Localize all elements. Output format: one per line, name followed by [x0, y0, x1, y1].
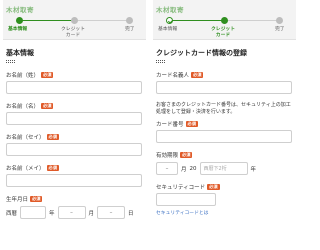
day-unit: 日 [128, 210, 134, 217]
expiry-label: 有効期限 [156, 152, 179, 159]
required-badge: 必須 [46, 164, 59, 171]
step-3-dot [276, 17, 283, 24]
card-number-label: カード番号 [156, 121, 184, 128]
security-code-group: セキュリティコード 必須 セキュリティコードとは [156, 183, 293, 216]
step-2-label: クレジット カード [61, 27, 85, 38]
birth-month-select[interactable]: – [57, 206, 86, 219]
security-code-input[interactable] [156, 193, 216, 206]
year-unit: 年 [49, 210, 55, 217]
first-name-group: お名前（名） 必須 [6, 102, 143, 125]
last-name-kana-input[interactable] [6, 143, 142, 156]
required-badge: 必須 [185, 120, 198, 127]
step-1-dot [16, 17, 23, 24]
card-number-input[interactable] [156, 130, 292, 143]
last-name-kana-label: お名前（セイ） [6, 134, 45, 141]
section-underline [156, 60, 165, 63]
step-3-dot [126, 17, 133, 24]
expiry-year-placeholder: 西暦下2桁 [203, 166, 227, 172]
security-note: お客さまのクレジットカード番号は、セキュリティ上の加工処理をして登録・決済を行い… [156, 102, 291, 115]
security-code-label: セキュリティコード [156, 184, 206, 191]
step-2-dot [71, 17, 78, 24]
required-badge: 必須 [30, 195, 43, 202]
last-name-kana-group: お名前（セイ） 必須 [6, 133, 143, 156]
card-number-group: カード番号 必須 [156, 120, 293, 143]
birthday-group: 生年月日 必須 西暦 年 – 月 – 日 [6, 195, 143, 219]
expiry-group: 有効期限 必須 – 月 20 西暦下2桁 年 [156, 151, 293, 175]
last-name-group: お名前（姓） 必須 [6, 71, 143, 94]
birth-month-value: – [70, 209, 73, 216]
last-name-label: お名前（姓） [6, 72, 40, 79]
step-progress-fill [169, 20, 225, 21]
era-label: 西暦 [6, 210, 18, 217]
section-title: 基本情報 [6, 49, 34, 57]
card-holder-input[interactable] [156, 81, 292, 94]
step-3-label: 完了 [275, 27, 285, 32]
step-progress-fill [19, 20, 75, 21]
step-indicator: 木材取寄 基本情報 クレジット カード 完了 [3, 0, 146, 40]
expiry-year-prefix: 20 [189, 165, 197, 172]
month-unit: 月 [88, 210, 95, 217]
brand-logo: 木材取寄 [156, 6, 184, 14]
step-1-label: 基本情報 [158, 27, 178, 32]
expiry-year-input[interactable]: 西暦下2桁 [199, 162, 248, 175]
credit-card-form: クレジットカード情報の登録 カード名義人 必須 お客さまのクレジットカード番号は… [153, 40, 296, 216]
step-2-dot [221, 17, 228, 24]
first-name-input[interactable] [6, 112, 142, 125]
step-1-label: 基本情報 [8, 27, 28, 32]
first-name-label: お名前（名） [6, 103, 40, 110]
expiry-month-value: – [165, 165, 169, 172]
required-badge: 必須 [46, 133, 59, 140]
birth-day-select[interactable]: – [97, 206, 126, 219]
birthday-label: 生年月日 [6, 196, 29, 203]
expiry-year-unit: 年 [250, 166, 257, 173]
credit-card-screen: 木材取寄 基本情報 クレジット カード 完了 クレジットカード情報の登録 カード… [153, 0, 296, 250]
step-indicator: 木材取寄 基本情報 クレジット カード 完了 [153, 0, 296, 40]
required-badge: 必須 [191, 71, 204, 78]
section-underline [6, 60, 15, 63]
expiry-row: – 月 20 西暦下2桁 年 [156, 162, 293, 175]
step-1-done-check-icon [166, 17, 173, 24]
required-badge: 必須 [41, 71, 54, 78]
expiry-month-unit: 月 [181, 166, 187, 173]
expiry-month-select[interactable]: – [156, 162, 178, 175]
security-code-help-link[interactable]: セキュリティコードとは [156, 209, 293, 216]
brand-logo: 木材取寄 [6, 6, 34, 14]
step-3-label: 完了 [125, 27, 135, 32]
screens: 木材取寄 基本情報 クレジット カード 完了 基本情報 お名前（姓） 必須 お名… [0, 0, 300, 250]
first-name-kana-group: お名前（メイ） 必須 [6, 164, 143, 187]
required-badge: 必須 [180, 151, 193, 158]
birth-day-value: – [109, 209, 113, 216]
required-badge: 必須 [41, 102, 54, 109]
birth-year-input[interactable] [20, 206, 47, 219]
basic-info-screen: 木材取寄 基本情報 クレジット カード 完了 基本情報 お名前（姓） 必須 お名… [3, 0, 146, 250]
first-name-kana-input[interactable] [6, 174, 142, 187]
required-badge: 必須 [207, 183, 220, 190]
last-name-input[interactable] [6, 81, 142, 94]
birthday-row: 西暦 年 – 月 – 日 [6, 206, 143, 219]
card-holder-group: カード名義人 必須 [156, 71, 293, 94]
step-2-label: クレジット カード [211, 27, 235, 38]
section-title: クレジットカード情報の登録 [156, 49, 247, 57]
card-holder-label: カード名義人 [156, 72, 190, 79]
first-name-kana-label: お名前（メイ） [6, 165, 45, 172]
basic-info-form: 基本情報 お名前（姓） 必須 お名前（名） 必須 お名前（セイ） 必須 お名前（… [3, 40, 146, 219]
